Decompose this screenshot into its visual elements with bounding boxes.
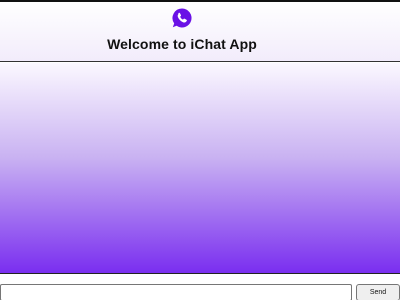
composer-bar: Send — [0, 274, 400, 300]
chat-app-window: Welcome to iChat App Send — [0, 0, 400, 300]
send-button[interactable]: Send — [356, 284, 400, 300]
message-input[interactable] — [0, 284, 352, 300]
app-header: Welcome to iChat App — [0, 2, 400, 62]
message-list[interactable] — [0, 63, 400, 274]
page-title: Welcome to iChat App — [107, 36, 257, 52]
chat-logo-icon — [171, 7, 193, 29]
